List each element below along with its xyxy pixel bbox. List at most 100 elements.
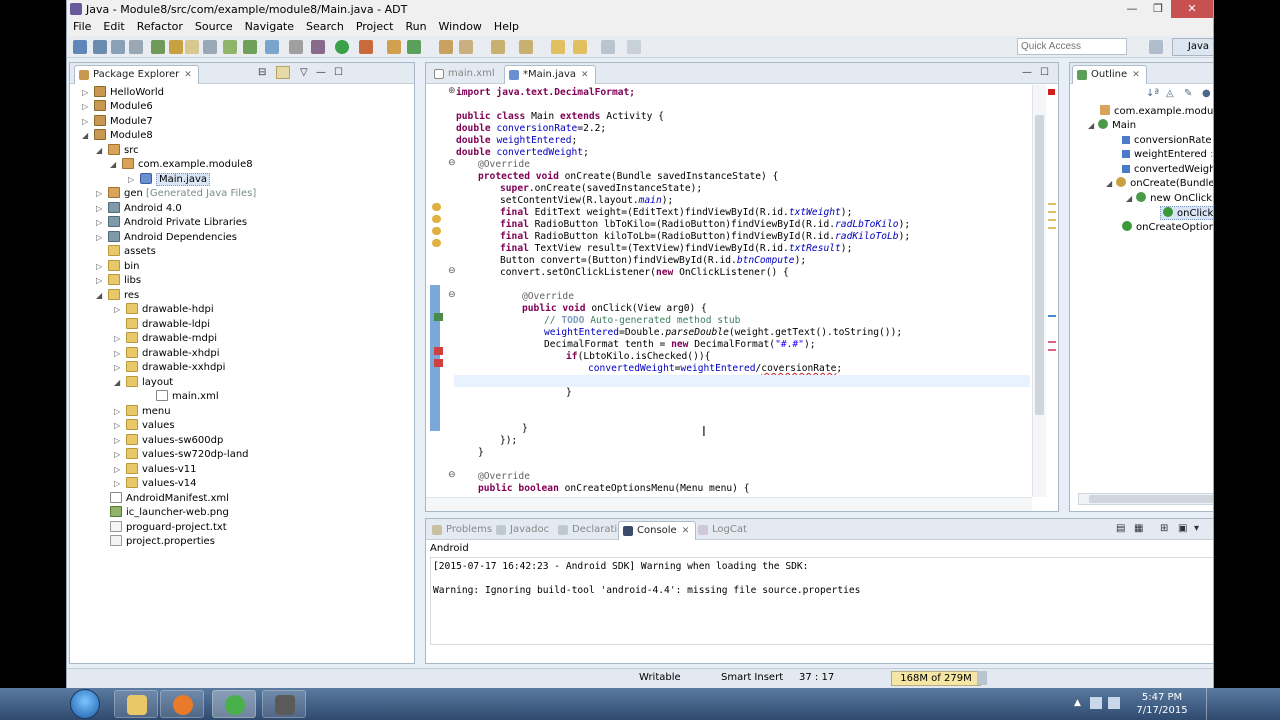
tree-item-res[interactable]: ◢ res	[96, 289, 139, 303]
pin-console-icon[interactable]: ⊞	[1160, 523, 1168, 534]
tree-item-package[interactable]: ◢ com.example.module8	[110, 158, 253, 172]
tree-item-bin[interactable]: ▷ bin	[96, 260, 139, 274]
collapse-icon[interactable]: ◢	[96, 144, 106, 158]
minimize-view-icon[interactable]: —	[316, 67, 326, 78]
show-hidden-icons[interactable]: ▲	[1074, 698, 1081, 708]
expand-icon[interactable]: ▷	[114, 419, 124, 433]
menu-run[interactable]: Run	[399, 18, 432, 36]
warning-marker[interactable]	[1048, 211, 1056, 213]
new-java-class-icon[interactable]	[407, 40, 421, 54]
tab-logcat[interactable]: LogCat	[694, 521, 753, 540]
tree-item-proguard[interactable]: proguard-project.txt	[110, 521, 227, 535]
tab-javadoc[interactable]: Javadoc	[492, 521, 555, 540]
expand-icon[interactable]: ▷	[96, 260, 106, 274]
tree-item-menu[interactable]: ▷ menu	[114, 405, 171, 419]
outline-class-main[interactable]: ◢ Main	[1088, 119, 1136, 133]
android-sdk-icon[interactable]	[151, 40, 165, 54]
tree-item-values-v14[interactable]: ▷ values-v14	[114, 477, 197, 491]
collapse-icon[interactable]: ◢	[96, 289, 106, 303]
quick-access-input[interactable]	[1017, 38, 1127, 55]
tree-item-manifest[interactable]: AndroidManifest.xml	[110, 492, 229, 506]
expand-icon[interactable]: ▷	[96, 202, 106, 216]
menu-help[interactable]: Help	[488, 18, 525, 36]
tab-main-xml[interactable]: main.xml	[430, 65, 501, 84]
menu-source[interactable]: Source	[189, 18, 239, 36]
external-tools-icon[interactable]	[359, 40, 373, 54]
outline-method-oncreateoptionsmenu[interactable]: onCreateOptionsMenu(Menu) :	[1122, 221, 1213, 235]
expand-icon[interactable]: ▷	[82, 100, 92, 114]
tab-outline[interactable]: Outline ✕	[1072, 65, 1147, 84]
new-xml-icon[interactable]	[265, 40, 279, 54]
outline-anonymous-class[interactable]: ◢ new OnClickListener() {...}	[1126, 192, 1213, 206]
maximize-editor-icon[interactable]: ☐	[1040, 67, 1049, 78]
open-type-icon[interactable]	[439, 40, 453, 54]
scroll-lock-icon[interactable]: ▦	[1134, 523, 1143, 534]
collapse-icon[interactable]: ◢	[114, 376, 124, 390]
next-annotation-icon[interactable]	[491, 40, 505, 54]
volume-icon[interactable]	[1108, 697, 1120, 709]
scroll-thumb[interactable]	[1035, 115, 1044, 415]
menu-navigate[interactable]: Navigate	[239, 18, 300, 36]
minimize-editor-icon[interactable]: —	[1022, 67, 1032, 78]
last-edit-icon[interactable]	[551, 40, 565, 54]
taskbar-media-player[interactable]	[160, 690, 204, 718]
fold-minus-icon[interactable]: ⊖	[448, 470, 456, 480]
start-button[interactable]	[70, 689, 100, 719]
editor-vertical-scrollbar[interactable]	[1032, 85, 1046, 497]
network-icon[interactable]	[1090, 697, 1102, 709]
tree-item-main-xml[interactable]: main.xml	[156, 390, 219, 404]
warning-marker[interactable]	[1048, 219, 1056, 221]
tree-item-values[interactable]: ▷ values	[114, 419, 175, 433]
heap-status[interactable]: 168M of 279M	[891, 671, 981, 686]
taskbar-explorer[interactable]	[114, 690, 158, 718]
error-icon[interactable]	[434, 359, 443, 367]
close-tab-icon[interactable]: ✕	[184, 70, 192, 80]
tree-item-android-deps[interactable]: ▷ Android Dependencies	[96, 231, 237, 245]
close-tab-icon[interactable]: ✕	[581, 70, 589, 80]
menu-edit[interactable]: Edit	[97, 18, 130, 36]
warning-marker[interactable]	[1048, 203, 1056, 205]
garbage-collect-icon[interactable]	[977, 671, 987, 685]
tab-console[interactable]: Console ✕	[618, 521, 697, 540]
java-perspective-button[interactable]: Java	[1172, 38, 1213, 56]
expand-icon[interactable]: ▷	[114, 332, 124, 346]
prev-annotation-icon[interactable]	[519, 40, 533, 54]
expand-icon[interactable]: ▷	[114, 477, 124, 491]
pin-icon[interactable]	[627, 40, 641, 54]
tab-package-explorer[interactable]: Package Explorer ✕	[74, 65, 199, 84]
view-menu-icon[interactable]: ▽	[300, 67, 308, 78]
maximize-button[interactable]: ❐	[1145, 0, 1171, 18]
taskbar-clock[interactable]: 5:47 PM 7/17/2015	[1130, 691, 1194, 717]
display-selected-console-icon[interactable]: ▣	[1178, 523, 1187, 534]
tree-item-module6[interactable]: ▷ Module6	[82, 100, 153, 114]
error-icon[interactable]	[434, 347, 443, 355]
collapse-icon[interactable]: ◢	[1126, 194, 1132, 203]
menu-refactor[interactable]: Refactor	[131, 18, 189, 36]
search-icon[interactable]	[459, 40, 473, 54]
hide-static-icon[interactable]: ✎	[1184, 88, 1192, 99]
toggle-block-icon[interactable]	[203, 40, 217, 54]
expand-icon[interactable]: ▷	[114, 347, 124, 361]
tree-item-values-sw600dp[interactable]: ▷ values-sw600dp	[114, 434, 223, 448]
outline-horizontal-scrollbar[interactable]	[1078, 493, 1213, 505]
expand-icon[interactable]: ▷	[96, 187, 106, 201]
tree-item-helloworld[interactable]: ▷ HelloWorld	[82, 86, 164, 100]
skip-breakpoints-icon[interactable]	[289, 40, 303, 54]
new-icon[interactable]	[73, 40, 87, 54]
warning-icon[interactable]	[432, 215, 441, 223]
error-marker[interactable]	[1048, 341, 1056, 343]
expand-icon[interactable]: ▷	[114, 448, 124, 462]
expand-icon[interactable]: ▷	[114, 434, 124, 448]
expand-icon[interactable]: ▷	[96, 231, 106, 245]
open-console-icon[interactable]: ⊕	[1212, 523, 1213, 534]
menu-window[interactable]: Window	[433, 18, 488, 36]
tree-item-private-libs[interactable]: ▷ Android Private Libraries	[96, 216, 247, 230]
taskbar-recorder[interactable]	[262, 690, 306, 718]
outline-field[interactable]: convertedWeight : double	[1122, 163, 1213, 177]
tree-item-module7[interactable]: ▷ Module7	[82, 115, 153, 129]
tree-item-src[interactable]: ◢ src	[96, 144, 139, 158]
expand-icon[interactable]: ▷	[96, 274, 106, 288]
collapse-icon[interactable]: ◢	[1106, 179, 1112, 188]
lint-icon[interactable]	[223, 40, 237, 54]
warning-icon[interactable]	[432, 227, 441, 235]
